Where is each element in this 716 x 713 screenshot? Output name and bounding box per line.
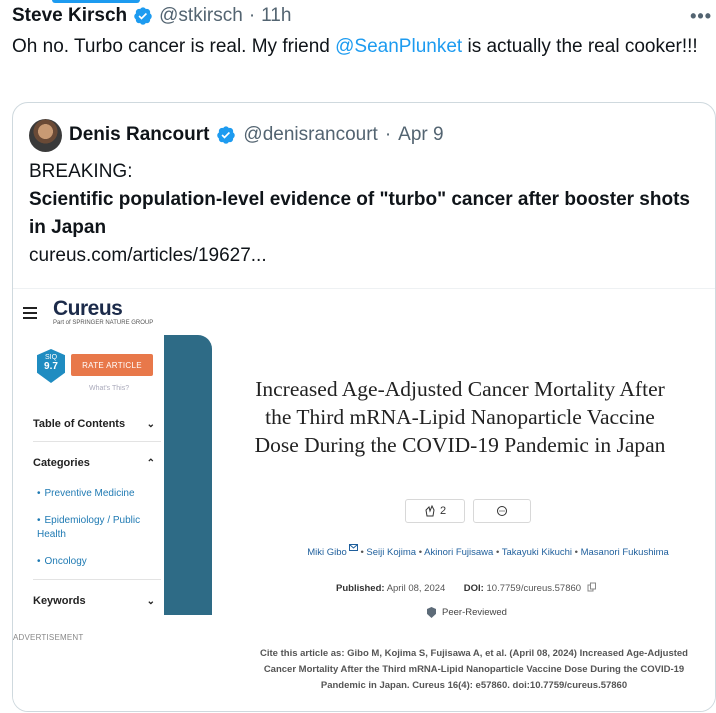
separator-dot: · [384,124,392,145]
like-count: 2 [439,505,447,517]
divider [33,579,161,580]
hamburger-menu-icon [23,307,37,322]
toc-row: Table of Contents ⌄ [33,418,155,430]
quote-header: Denis Rancourt @denisrancourt · Apr 9 [29,118,444,152]
tweet-text: Oh no. Turbo cancer is real. My friend @… [12,33,702,61]
author-name: Miki Gibo [307,547,347,558]
comment-icon [497,506,507,516]
quote-line1: BREAKING: [29,161,133,182]
keywords-label: Keywords [33,595,86,607]
comment-button [473,499,531,523]
reaction-row: 2 [405,499,531,523]
category-item: Preventive Medicine [37,487,155,501]
doi-label: DOI: [463,583,484,594]
article-preview-image[interactable]: Cureus Part of SPRINGER NATURE GROUP SIQ… [13,288,715,711]
peer-reviewed-badge: Peer-Reviewed [427,607,507,618]
mention-link[interactable]: @SeanPlunket [335,36,462,57]
keywords-row: Keywords ⌄ [33,595,155,607]
siq-badge: SIQ 9.7 [37,349,65,383]
quote-author-name[interactable]: Denis Rancourt [69,124,209,146]
author-list: Miki Gibo • Seiji Kojima • Akinori Fujis… [273,544,703,558]
more-options-icon[interactable]: ••• [690,6,712,27]
siq-score: 9.7 [44,361,58,372]
quote-link[interactable]: cureus.com/articles/19627... [29,242,709,270]
whats-this-link: What's This? [89,385,130,392]
divider [33,441,161,442]
quote-text: BREAKING: Scientific population-level ev… [29,158,709,270]
hands-icon [425,505,435,517]
published-label: Published: [336,583,385,594]
author-name: Seiji Kojima [366,547,417,558]
chevron-down-icon: ⌄ [146,418,155,430]
logo-subtitle: Part of SPRINGER NATURE GROUP [53,320,154,326]
category-item: Oncology [37,555,155,569]
categories-row: Categories ⌃ [33,457,155,469]
tweet-header: Steve Kirsch @stkirsch · 11h [12,4,291,28]
copy-icon [587,582,596,592]
categories-label: Categories [33,457,90,469]
tweet-time[interactable]: 11h [261,5,291,27]
tweet-handle[interactable]: @stkirsch [159,5,243,27]
verified-badge-icon [217,126,236,144]
publication-info: Published: April 08, 2024 DOI: 10.7759/c… [336,582,597,594]
published-date: April 08, 2024 [386,583,446,594]
chevron-down-icon: ⌄ [146,595,155,607]
article-title: Increased Age-Adjusted Cancer Mortality … [254,377,666,457]
quote-headline: Scientific population-level evidence of … [29,189,690,238]
quoted-tweet-card[interactable]: Denis Rancourt @denisrancourt · Apr 9 BR… [12,102,716,712]
toc-label: Table of Contents [33,418,126,430]
tweet-text-after: is actually the real cooker!!! [462,36,698,57]
rate-article-button: RATE ARTICLE [71,354,153,376]
category-item: Epidemiology / Public Health [37,514,155,542]
siq-label: SIQ [44,354,58,361]
citation-text: Cite this article as: Gibo M, Kojima S, … [260,648,688,691]
author-name: Akinori Fujisawa [424,547,494,558]
avatar[interactable] [29,118,62,152]
quote-date[interactable]: Apr 9 [398,124,443,146]
tweet-text-before: Oh no. Turbo cancer is real. My friend [12,36,336,57]
like-button: 2 [405,499,465,523]
email-icon [348,544,358,551]
chevron-up-icon: ⌃ [146,457,155,469]
advertisement-label: ADVERTISEMENT [13,633,84,642]
shield-check-icon [427,607,436,618]
doi-value: 10.7759/cureus.57860 [486,583,582,594]
peer-reviewed-label: Peer-Reviewed [442,607,507,618]
verified-badge-icon [134,7,152,25]
cureus-logo: Cureus [53,297,123,320]
separator-dot: · [248,5,256,26]
decorative-band [164,335,212,615]
quote-handle[interactable]: @denisrancourt [243,124,377,146]
author-name: Takayuki Kikuchi [501,547,572,558]
tweet-author-name[interactable]: Steve Kirsch [12,5,127,27]
author-name: Masanori Fukushima [580,547,669,558]
